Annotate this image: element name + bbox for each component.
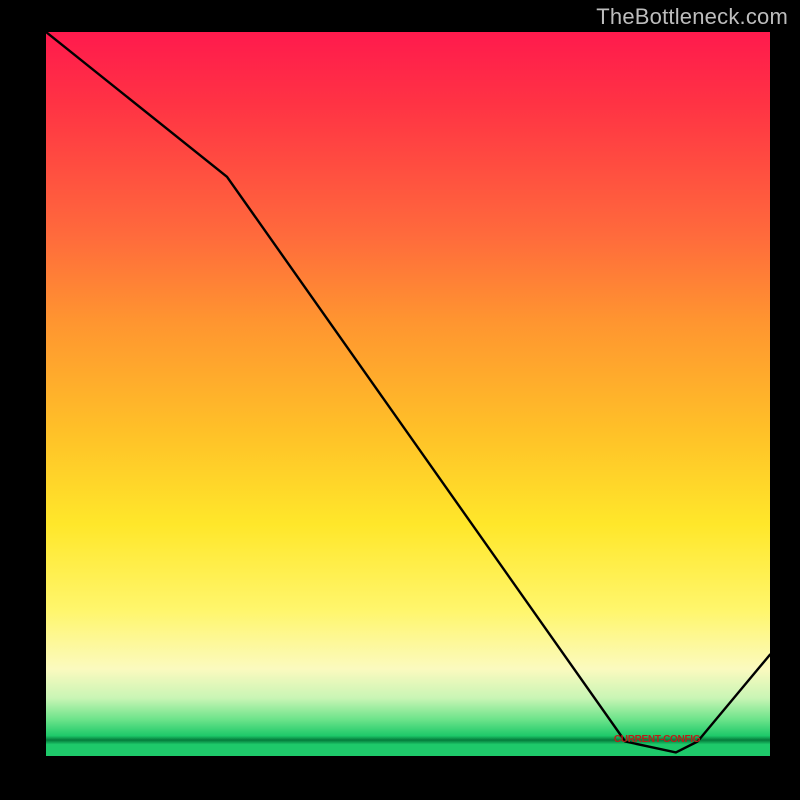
current-config-annotation: CURRENT-CONFIG [614, 734, 700, 745]
chart-frame: CURRENT-CONFIG TheBottleneck.com [0, 0, 800, 800]
plot-border: CURRENT-CONFIG [38, 24, 778, 764]
plot-area: CURRENT-CONFIG [46, 32, 770, 756]
bottleneck-line [46, 32, 770, 752]
line-svg [46, 32, 770, 756]
